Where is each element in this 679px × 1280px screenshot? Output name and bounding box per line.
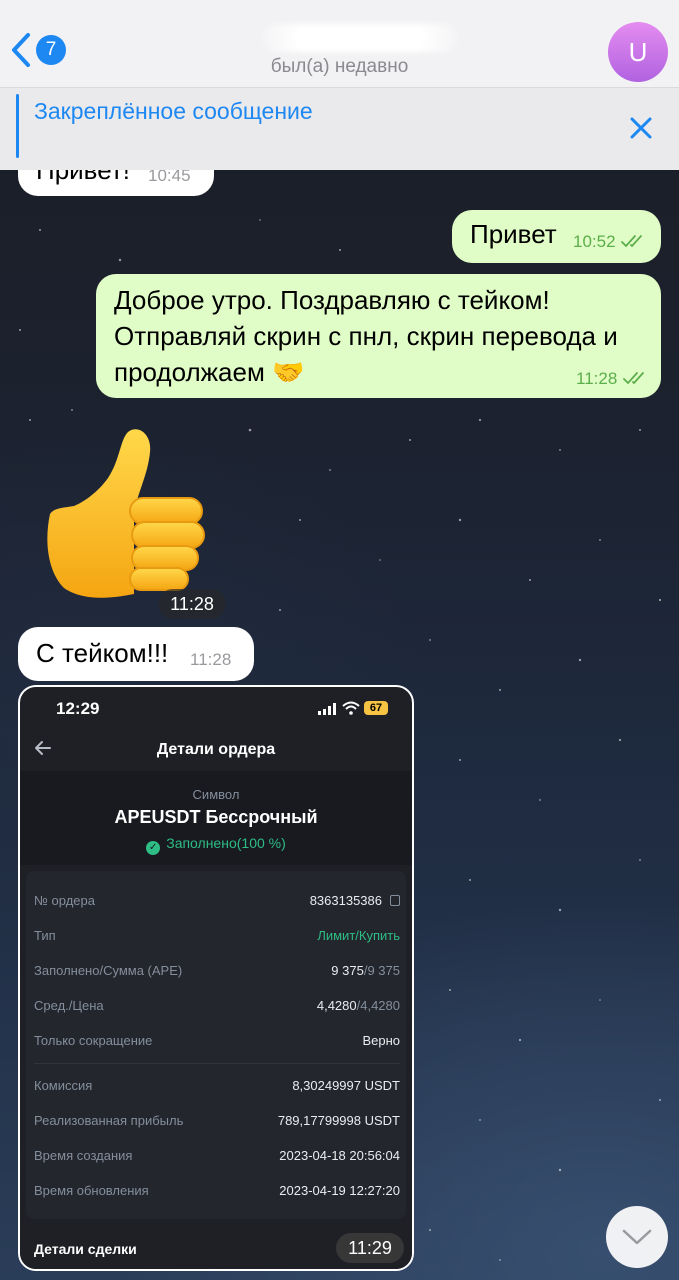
- order-details-card: № ордера 8363135386 Тип Лимит/Купить Зап…: [26, 871, 406, 1219]
- message-time: 11:28: [576, 369, 650, 389]
- row-label: Комиссия: [34, 1078, 93, 1093]
- copy-icon: [390, 895, 400, 906]
- message-text: С тейком!!!: [36, 638, 169, 668]
- filled-status: ✓ Заполнено(100 %): [20, 835, 412, 855]
- thumbs-up-sticker-icon[interactable]: [34, 422, 214, 602]
- row-value: 9 375/9 375: [331, 963, 400, 978]
- row-label: Сред./Цена: [34, 998, 104, 1013]
- message-time-text: 11:28: [576, 369, 618, 388]
- order-row: Сред./Цена 4,4280/4,4280: [34, 998, 400, 1018]
- row-value: 8,30249997 USDT: [292, 1078, 400, 1093]
- order-row: Комиссия 8,30249997 USDT: [34, 1078, 400, 1098]
- row-label: Тип: [34, 928, 56, 943]
- check-circle-icon: ✓: [146, 841, 161, 855]
- message-text: Привет: [470, 219, 557, 249]
- order-id: 8363135386: [309, 893, 382, 908]
- order-row: Только сокращение Верно: [34, 1033, 400, 1053]
- filled-status-text: Заполнено(100 %): [166, 835, 286, 851]
- order-row: Время обновления 2023-04-19 12:27:20: [34, 1183, 400, 1203]
- pinned-message-bar-overlay: Закреплённое сообщение: [0, 88, 679, 170]
- row-value: 789,17799998 USDT: [277, 1113, 400, 1128]
- message-time-text: 10:52: [573, 232, 616, 251]
- photo-message-time: 11:29: [336, 1233, 404, 1263]
- order-row: Реализованная прибыль 789,17799998 USDT: [34, 1113, 400, 1133]
- row-value-dim: /4,4280: [356, 998, 400, 1013]
- signal-icon: [318, 703, 336, 715]
- symbol-label: Символ: [192, 787, 240, 802]
- sticker-time: 11:28: [158, 589, 226, 619]
- row-label: Заполнено/Сумма (APE): [34, 963, 183, 978]
- scroll-down-button[interactable]: [606, 1206, 668, 1268]
- pinned-title: Закреплённое сообщение: [34, 98, 313, 124]
- message-bubble-outgoing[interactable]: Привет 10:52: [452, 210, 661, 263]
- message-time: 10:52: [573, 232, 648, 252]
- wifi-icon: [342, 701, 360, 715]
- double-check-icon: [623, 372, 644, 384]
- message-time: 11:28: [190, 650, 232, 669]
- order-row: Время создания 2023-04-18 20:56:04: [34, 1148, 400, 1168]
- chat-status: был(а) недавно: [270, 56, 409, 77]
- row-value-main: 9 375: [331, 963, 364, 978]
- divider: [34, 1063, 400, 1064]
- row-value: 4,4280/4,4280: [317, 998, 400, 1013]
- screenshot-title: Детали ордера: [156, 741, 276, 758]
- row-value: 8363135386: [310, 893, 400, 908]
- row-label: Реализованная прибыль: [34, 1113, 184, 1128]
- close-icon[interactable]: [628, 115, 654, 141]
- order-row: Тип Лимит/Купить: [34, 928, 400, 948]
- deal-details-label: Детали сделки: [34, 1241, 137, 1257]
- battery-icon: 67: [364, 701, 388, 715]
- message-bubble-outgoing[interactable]: Доброе утро. Поздравляю с тейком! Отправ…: [96, 274, 661, 398]
- row-label: Время обновления: [34, 1183, 149, 1198]
- row-label: № ордера: [34, 893, 95, 908]
- photo-message[interactable]: 12:29 67 Детали ордера Символ APEUSDT Бе…: [18, 685, 414, 1271]
- row-label: Время создания: [34, 1148, 133, 1163]
- chat-header: 7 был(а) недавно U: [0, 0, 679, 88]
- row-value: 2023-04-18 20:56:04: [279, 1148, 400, 1163]
- message-bubble-incoming[interactable]: С тейком!!! 11:28: [18, 627, 254, 681]
- chat-name-redacted[interactable]: [262, 24, 458, 52]
- message-text: Доброе утро. Поздравляю с тейком! Отправ…: [114, 285, 618, 387]
- row-label: Только сокращение: [34, 1033, 153, 1048]
- symbol-name: APEUSDT Бессрочный: [114, 807, 318, 827]
- order-row: Заполнено/Сумма (APE) 9 375/9 375: [34, 963, 400, 983]
- chevron-down-icon: [622, 1229, 652, 1245]
- screenshot-status-time: 12:29: [56, 699, 100, 718]
- row-value: Лимит/Купить: [317, 928, 400, 943]
- avatar[interactable]: U: [608, 22, 668, 82]
- row-value: Верно: [362, 1033, 400, 1048]
- symbol-block: Символ APEUSDT Бессрочный ✓ Заполнено(100…: [20, 771, 412, 865]
- order-row: № ордера 8363135386: [34, 893, 400, 913]
- row-value: 2023-04-19 12:27:20: [279, 1183, 400, 1198]
- pinned-indicator: [16, 94, 19, 158]
- double-check-icon: [621, 235, 643, 247]
- deal-details-section: Детали сделки 11:29: [20, 1221, 412, 1269]
- row-value-main: 4,4280: [316, 998, 357, 1013]
- row-value-dim: /9 375: [363, 963, 400, 978]
